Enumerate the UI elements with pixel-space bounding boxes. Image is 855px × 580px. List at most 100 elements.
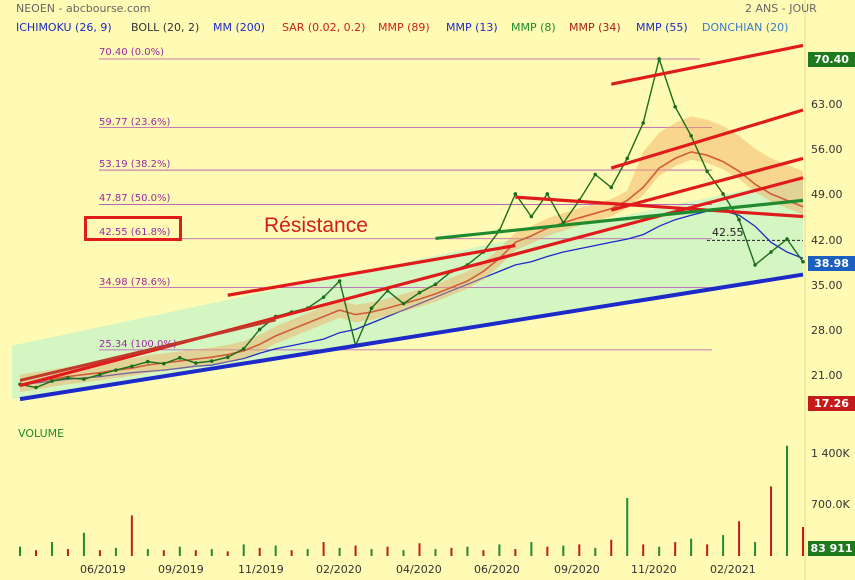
price-point	[769, 250, 773, 254]
price-point	[257, 327, 262, 332]
price-point	[34, 385, 38, 390]
volume-bar	[34, 550, 37, 556]
indicator-mmp34[interactable]: MMP (34)	[569, 21, 621, 34]
volume-bar	[98, 550, 101, 556]
volume-bar	[770, 486, 773, 556]
y-tick-21: 21.00	[811, 369, 843, 382]
x-tick-06-2020: 06/2020	[474, 563, 520, 576]
price-point	[737, 217, 741, 222]
chart-canvas	[12, 0, 806, 580]
volume-bar	[258, 547, 261, 556]
volume-bar	[290, 550, 293, 556]
volume-bar	[690, 538, 693, 556]
price-tag-low: 17.26	[808, 396, 855, 411]
price-point	[641, 121, 646, 125]
volume-bar	[802, 527, 804, 556]
volume-bar	[82, 532, 85, 556]
price-point	[146, 359, 150, 364]
price-point	[50, 379, 54, 383]
x-tick-11-2020: 11/2020	[631, 563, 677, 576]
volume-label: VOLUME	[18, 427, 65, 440]
price-point	[177, 356, 182, 360]
volume-bar	[610, 539, 613, 556]
indicator-sar[interactable]: SAR (0.02, 0.2)	[282, 21, 365, 34]
price-point	[545, 192, 550, 196]
volume-tick-700k: 700.0K	[811, 498, 850, 511]
volume-bar	[50, 542, 53, 556]
price-point	[513, 192, 518, 196]
price-point	[337, 279, 342, 283]
volume-bar	[562, 545, 565, 556]
price-point	[130, 364, 134, 369]
price-point	[114, 368, 118, 372]
trendline-6	[610, 43, 804, 86]
indicator-donchian[interactable]: DONCHIAN (20)	[702, 21, 788, 34]
fib-level-0: 70.40 (0.0%)	[99, 47, 165, 58]
price-point	[529, 214, 534, 219]
price-point	[82, 377, 86, 381]
price-point	[625, 156, 630, 161]
price-point	[225, 355, 230, 360]
volume-bar	[786, 445, 789, 556]
volume-bar	[738, 521, 741, 556]
indicator-ichimoku[interactable]: ICHIMOKU (26, 9)	[16, 21, 112, 34]
volume-bar	[354, 545, 357, 556]
volume-bar	[338, 547, 341, 556]
price-point	[193, 361, 198, 365]
x-tick-09-2020: 09/2020	[554, 563, 600, 576]
price-point	[705, 169, 709, 174]
resistance-annotation: Résistance	[264, 214, 368, 237]
indicator-mmp89[interactable]: MMP (89)	[378, 21, 430, 34]
price-point	[673, 104, 677, 109]
indicator-mmp8[interactable]: MMP (8)	[511, 21, 556, 34]
price-point	[66, 376, 70, 380]
fib-61-8-highlight-box	[84, 216, 182, 241]
volume-bar	[626, 498, 629, 556]
volume-bar	[66, 549, 69, 556]
price-point	[785, 237, 789, 241]
price-point	[241, 347, 246, 351]
volume-bar	[274, 545, 277, 556]
volume-bar	[482, 550, 485, 556]
price-point	[657, 57, 661, 61]
price-point	[801, 260, 805, 264]
volume-bar	[242, 544, 245, 556]
price-point	[321, 295, 326, 299]
price-tag-volume: 83 911	[808, 541, 855, 556]
indicator-mm200[interactable]: MM (200)	[213, 21, 265, 34]
price-point	[433, 282, 438, 287]
x-tick-02-2021: 02/2021	[710, 563, 756, 576]
volume-bar	[674, 542, 677, 556]
volume-bar	[146, 549, 149, 556]
volume-bar	[306, 549, 309, 556]
period-label: 2 ANS - JOUR	[745, 2, 817, 15]
fib-level-23-6: 59.77 (23.6%)	[99, 117, 171, 128]
price-point	[753, 263, 757, 267]
price-point	[417, 290, 422, 295]
ticker-title: NEOEN - abcbourse.com	[16, 2, 151, 15]
volume-bar	[434, 549, 437, 556]
indicator-mmp13[interactable]: MMP (13)	[446, 21, 498, 34]
fib-level-78-6: 34.98 (78.6%)	[99, 277, 171, 288]
volume-bar	[706, 544, 709, 556]
y-tick-56: 56.00	[811, 143, 843, 156]
indicator-boll[interactable]: BOLL (20, 2)	[131, 21, 199, 34]
indicator-mmp55[interactable]: MMP (55)	[636, 21, 688, 34]
volume-bar	[370, 549, 373, 556]
price-point	[162, 361, 166, 366]
price-point	[98, 372, 102, 377]
volume-bar	[530, 542, 533, 556]
fib-level-100: 25.34 (100.0%)	[99, 339, 177, 350]
volume-bar	[19, 546, 21, 556]
y-tick-42: 42.00	[811, 234, 843, 247]
fib-level-38-2: 53.19 (38.2%)	[99, 159, 171, 170]
price-point	[369, 306, 374, 310]
y-tick-35: 35.00	[811, 279, 843, 292]
price-tag-current: 38.98	[808, 256, 855, 271]
price-point	[609, 185, 614, 190]
volume-bar	[418, 543, 421, 556]
volume-bar	[514, 549, 517, 556]
volume-bar	[194, 550, 197, 556]
volume-tick-1400k: 1 400K	[811, 447, 850, 460]
y-tick-63: 63.00	[811, 98, 843, 111]
